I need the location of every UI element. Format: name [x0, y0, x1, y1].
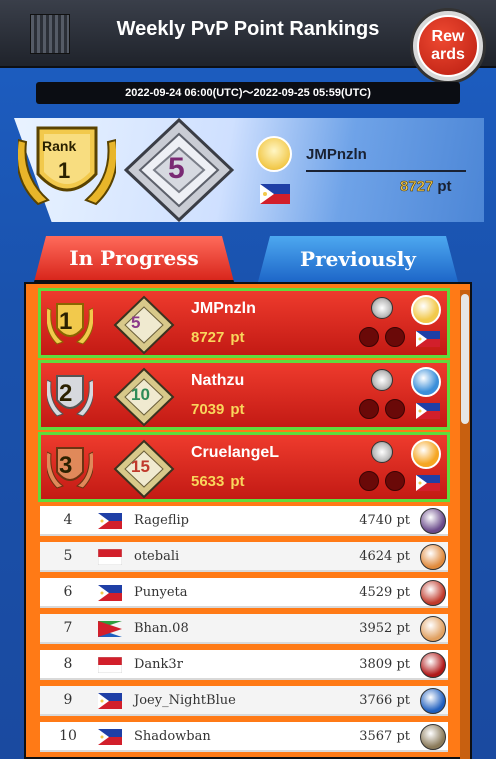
row-rank: 8 — [63, 656, 73, 672]
player-avatar[interactable] — [411, 295, 441, 325]
row-player-name: Joey_NightBlue — [134, 693, 236, 708]
indonesia-flag-icon — [97, 548, 123, 566]
gem-icon — [371, 441, 393, 463]
row-rank: 5 — [63, 548, 73, 564]
self-points-value: 8727 — [400, 178, 434, 196]
silver-medal-icon: 2 — [45, 372, 95, 418]
philippines-flag-icon — [415, 331, 441, 347]
table-row[interactable]: 7 Bhan.08 3952 pt — [40, 614, 448, 644]
self-avatar[interactable] — [256, 136, 292, 172]
row-rank: 10 — [59, 728, 77, 744]
rank-number: 1 — [58, 158, 71, 183]
tab-in-progress[interactable]: In Progress — [34, 236, 234, 282]
row-player-name: Punyeta — [134, 585, 188, 600]
rewards-button[interactable]: Rew ards — [410, 8, 486, 84]
philippines-flag-icon — [98, 693, 122, 709]
philippines-flag-icon — [415, 475, 441, 491]
self-points: 8727 pt — [400, 178, 452, 196]
table-row[interactable]: 8 Dank3r 3809 pt — [40, 650, 448, 680]
scrollbar-thumb[interactable] — [461, 294, 469, 424]
top-rank-row[interactable]: 1 5 JMPnzln 8727 pt — [38, 288, 450, 358]
level-number: 15 — [131, 457, 150, 476]
row-points: 3567 pt — [359, 729, 410, 744]
level-emblem-icon: 10 — [113, 367, 175, 427]
self-points-unit: pt — [437, 178, 452, 195]
level-number: 5 — [168, 152, 185, 185]
eritrea-flag-icon — [98, 621, 122, 637]
table-row[interactable]: 4 Rageflip 4740 pt — [40, 506, 448, 536]
row-points: 3766 pt — [359, 693, 410, 708]
player-name: CruelangeL — [191, 444, 280, 461]
row-player-name: Rageflip — [134, 513, 190, 528]
self-name: JMPnzln — [306, 146, 367, 163]
rewards-label: Rew ards — [417, 15, 479, 77]
gem-icon — [371, 369, 393, 391]
row-rank: 9 — [63, 692, 73, 708]
row-player-name: Dank3r — [134, 657, 183, 672]
row-avatar[interactable] — [420, 580, 446, 606]
row-avatar[interactable] — [420, 724, 446, 750]
slot-icon — [385, 399, 405, 419]
player-name: Nathzu — [191, 372, 245, 389]
player-points: 5633 pt — [191, 473, 245, 490]
row-rank: 7 — [63, 620, 73, 636]
slot-icon — [359, 327, 379, 347]
medal-rank-number: 2 — [59, 380, 73, 407]
slot-icon — [359, 399, 379, 419]
row-points: 4624 pt — [359, 549, 410, 564]
top-rank-row[interactable]: 2 10 Nathzu 7039 pt — [38, 360, 450, 430]
medal-rank-number: 3 — [59, 452, 73, 479]
rank-word: Rank — [42, 138, 77, 154]
philippines-flag-icon — [415, 403, 441, 419]
slot-icon — [385, 327, 405, 347]
philippines-flag-icon — [98, 585, 122, 601]
level-number: 10 — [131, 385, 150, 404]
level-emblem-icon: 5 — [113, 295, 175, 355]
ranking-period: 2022-09-24 06:00(UTC)〜2022-09-25 05:59(U… — [36, 82, 460, 104]
row-avatar[interactable] — [420, 544, 446, 570]
bronze-medal-icon: 3 — [45, 444, 95, 490]
slot-icon — [359, 471, 379, 491]
player-avatar[interactable] — [411, 439, 441, 469]
row-rank: 4 — [63, 512, 73, 528]
row-player-name: Bhan.08 — [134, 621, 189, 636]
tab-previously[interactable]: Previously — [258, 236, 458, 282]
table-row[interactable]: 5 otebali 4624 pt — [40, 542, 448, 572]
row-player-name: Shadowban — [134, 729, 211, 744]
philippines-flag-icon — [98, 513, 122, 529]
table-row[interactable]: 9 Joey_NightBlue 3766 pt — [40, 686, 448, 716]
table-row[interactable]: 6 Punyeta 4529 pt — [40, 578, 448, 608]
row-points: 4529 pt — [359, 585, 410, 600]
gem-icon — [371, 297, 393, 319]
row-avatar[interactable] — [420, 616, 446, 642]
row-points: 4740 pt — [359, 513, 410, 528]
name-underline — [306, 170, 466, 172]
gold-medal-icon: 1 — [45, 300, 95, 346]
row-avatar[interactable] — [420, 508, 446, 534]
slot-icon — [385, 471, 405, 491]
level-emblem-icon: 15 — [113, 439, 175, 499]
level-number: 5 — [131, 313, 141, 332]
row-avatar[interactable] — [420, 688, 446, 714]
player-avatar[interactable] — [411, 367, 441, 397]
indonesia-flag-icon — [97, 656, 123, 674]
row-avatar[interactable] — [420, 652, 446, 678]
level-emblem: 5 — [123, 117, 235, 223]
table-row[interactable]: 10 Shadowban 3567 pt — [40, 722, 448, 752]
philippines-flag-icon — [98, 729, 122, 745]
row-points: 3809 pt — [359, 657, 410, 672]
row-rank: 6 — [63, 584, 73, 600]
row-points: 3952 pt — [359, 621, 410, 636]
player-points: 8727 pt — [191, 329, 245, 346]
player-name: JMPnzln — [191, 300, 256, 317]
top-rank-row[interactable]: 3 15 CruelangeL 5633 pt — [38, 432, 450, 502]
rank-badge: Rank 1 — [15, 122, 119, 212]
philippines-flag-icon — [260, 184, 290, 204]
player-points: 7039 pt — [191, 401, 245, 418]
medal-rank-number: 1 — [59, 308, 73, 335]
row-player-name: otebali — [134, 549, 180, 564]
